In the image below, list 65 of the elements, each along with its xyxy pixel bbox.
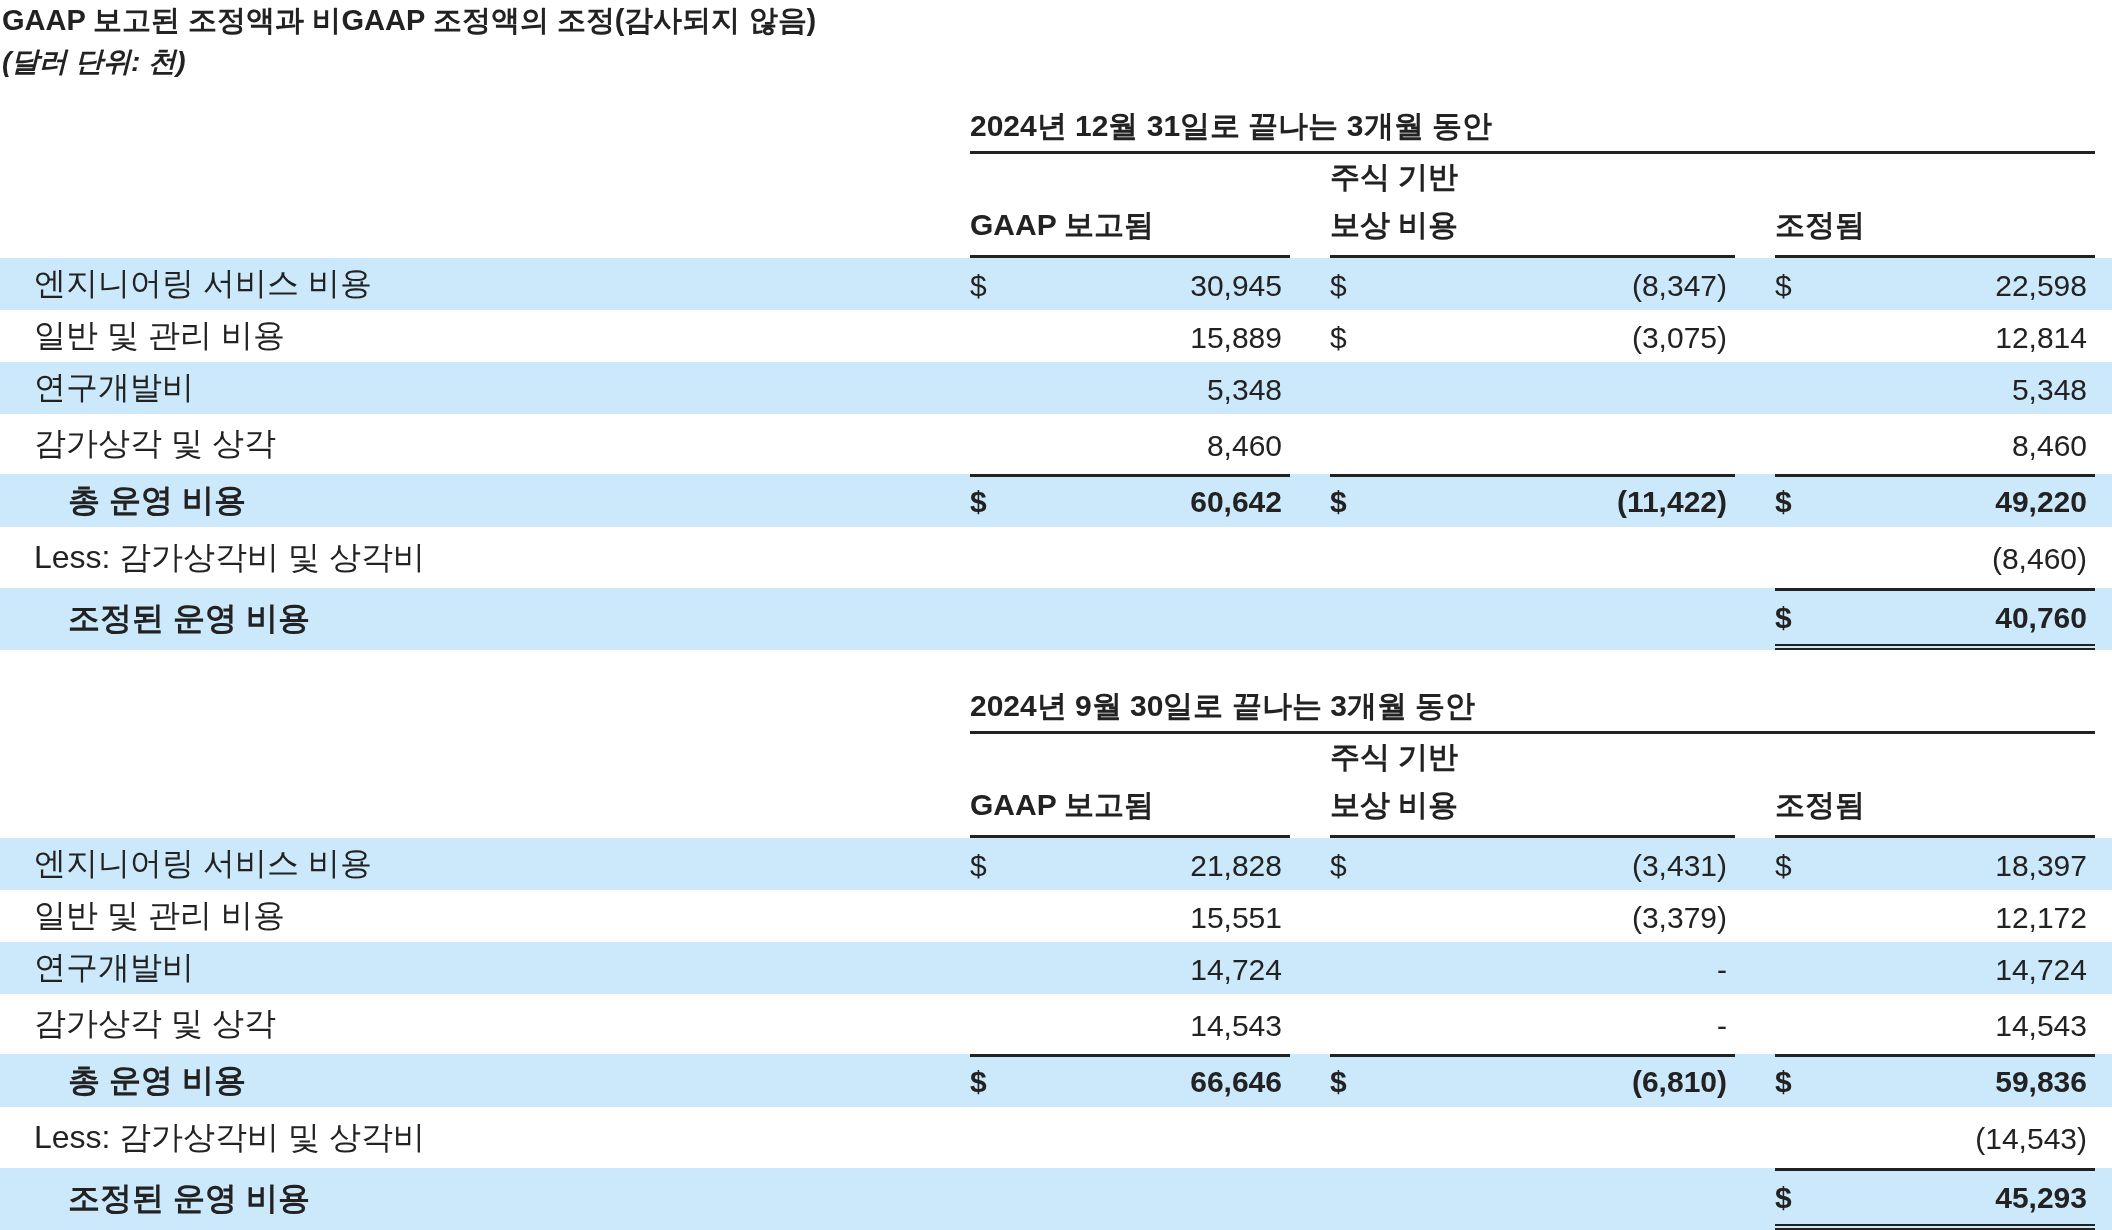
- table-cell-text: (8,347): [1631, 268, 1728, 303]
- row-label: 연구개발비: [33, 368, 195, 407]
- table-cell-text: (3,379): [1631, 900, 1728, 935]
- row-label: 조정된 운영 비용: [67, 1179, 311, 1218]
- period-header: 2024년 9월 30일로 끝나는 3개월 동안: [970, 664, 2095, 734]
- row-label: 총 운영 비용: [67, 480, 247, 520]
- table-cell-text: 8,460: [1206, 428, 1283, 463]
- table-cell-text: 5,348: [2011, 372, 2088, 407]
- report-subtitle: (달러 단위: 천): [1, 45, 187, 79]
- table-cell-text: 8,460: [2011, 428, 2088, 463]
- currency-sign: $: [1330, 485, 1347, 519]
- table-cell-text: 14,724: [1995, 952, 2088, 987]
- currency-sign: $: [970, 1065, 987, 1099]
- table-cell-text: (14,543): [1975, 1122, 2088, 1156]
- table-cell-text: 14,543: [1190, 1008, 1283, 1043]
- table-cell-text: 22,598: [1995, 268, 2088, 303]
- table-cell-text: (11,422): [1616, 485, 1728, 519]
- table-cell-text: 5,348: [1206, 372, 1283, 407]
- currency-sign: $: [1775, 1180, 1792, 1215]
- table-cell-text: 15,551: [1190, 900, 1283, 935]
- period-header: 2024년 12월 31일로 끝나는 3개월 동안: [970, 84, 2095, 154]
- table-cell-text: 12,814: [1995, 320, 2088, 355]
- currency-sign: $: [1330, 320, 1347, 355]
- row-label: 엔지니어링 서비스 비용: [33, 264, 373, 303]
- currency-sign: $: [1330, 268, 1347, 303]
- currency-sign: $: [1775, 600, 1792, 635]
- row-label: 일반 및 관리 비용: [33, 316, 286, 355]
- table-cell-text: 66,646: [1190, 1065, 1283, 1099]
- table-cell-text: 12,172: [1995, 900, 2088, 935]
- table-cell-text: 45,293: [1995, 1180, 2088, 1215]
- row-label: 총 운영 비용: [67, 1060, 247, 1100]
- table-cell-text: 60,642: [1190, 485, 1283, 519]
- currency-sign: $: [1775, 848, 1792, 883]
- currency-sign: $: [970, 485, 987, 519]
- row-label: 일반 및 관리 비용: [33, 896, 286, 935]
- table-cell-text: (8,460): [1991, 542, 2088, 576]
- row-label: 연구개발비: [33, 948, 195, 987]
- table-cell-text: 40,760: [1995, 600, 2088, 635]
- table-cell-text: -: [1717, 1008, 1728, 1043]
- table-cell-text: (3,431): [1631, 848, 1728, 883]
- table-cell-text: 15,889: [1190, 320, 1283, 355]
- table-cell-text: (3,075): [1631, 320, 1728, 355]
- table-cell-text: 30,945: [1190, 268, 1283, 303]
- table-cell-text: 14,543: [1995, 1008, 2088, 1043]
- table-cell-text: (6,810): [1631, 1065, 1728, 1099]
- table-cell-text: 59,836: [1995, 1065, 2088, 1099]
- row-label: 엔지니어링 서비스 비용: [33, 844, 373, 883]
- row-label: Less: 감가상각비 및 상각비: [33, 537, 427, 577]
- currency-sign: $: [1775, 268, 1792, 303]
- row-label: 감가상각 및 상각: [33, 424, 277, 463]
- currency-sign: $: [1775, 1065, 1792, 1099]
- currency-sign: $: [1330, 1065, 1347, 1099]
- currency-sign: $: [1330, 848, 1347, 883]
- currency-sign: $: [970, 848, 987, 883]
- table-cell-text: 49,220: [1995, 485, 2088, 519]
- currency-sign: $: [970, 268, 987, 303]
- row-label: 조정된 운영 비용: [67, 599, 311, 638]
- report-title: GAAP 보고된 조정액과 비GAAP 조정액의 조정(감사되지 않음): [1, 3, 818, 38]
- table-cell-text: -: [1717, 952, 1728, 987]
- table-cell-text: 18,397: [1995, 848, 2088, 883]
- row-label: Less: 감가상각비 및 상각비: [33, 1117, 427, 1157]
- table-cell-text: 14,724: [1190, 952, 1283, 987]
- currency-sign: $: [1775, 485, 1792, 519]
- row-label: 감가상각 및 상각: [33, 1004, 277, 1043]
- table-cell-text: 21,828: [1190, 848, 1283, 883]
